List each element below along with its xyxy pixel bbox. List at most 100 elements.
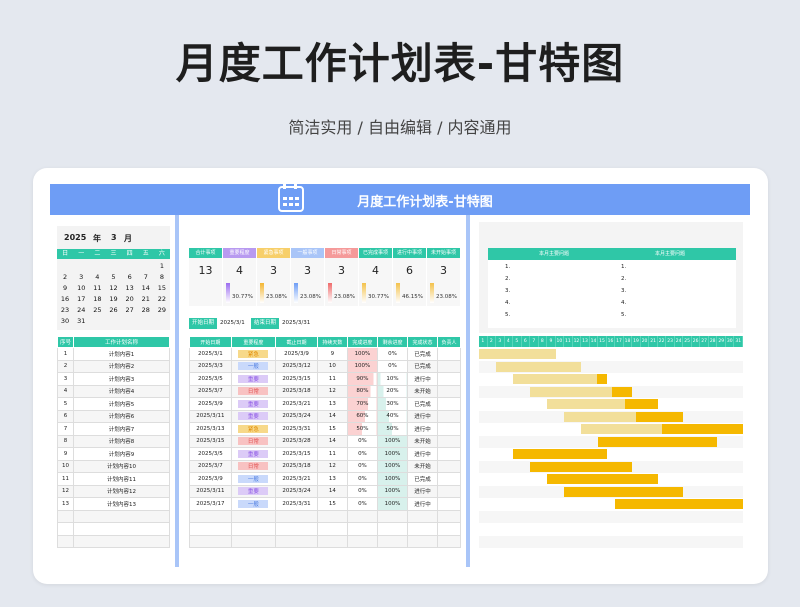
table-cell[interactable]: 已完成 bbox=[406, 359, 439, 373]
calendar-day[interactable]: 9 bbox=[57, 283, 73, 294]
table-cell[interactable] bbox=[406, 509, 439, 523]
table-cell[interactable]: 0% bbox=[346, 497, 378, 511]
table-cell[interactable]: 0% bbox=[346, 434, 378, 448]
calendar-day[interactable]: 2 bbox=[57, 272, 73, 283]
gantt-bar-remaining[interactable] bbox=[530, 461, 633, 472]
table-cell[interactable]: 11 bbox=[57, 472, 74, 486]
table-cell[interactable]: 计划内容12 bbox=[73, 484, 170, 498]
table-cell[interactable] bbox=[346, 534, 378, 548]
table-cell[interactable]: 2025/3/9 bbox=[189, 397, 232, 411]
problem-item[interactable]: 2. bbox=[604, 273, 736, 285]
calendar-day[interactable]: 12 bbox=[105, 283, 121, 294]
calendar-day[interactable]: 24 bbox=[73, 305, 89, 316]
table-cell[interactable]: 一般 bbox=[230, 497, 277, 511]
table-cell[interactable]: 8 bbox=[57, 434, 74, 448]
table-cell[interactable]: 1 bbox=[57, 347, 74, 361]
table-cell[interactable]: 2025/3/31 bbox=[275, 422, 318, 436]
table-cell[interactable]: 重要 bbox=[230, 409, 277, 423]
table-cell[interactable]: 计划内容11 bbox=[73, 472, 170, 486]
problem-item[interactable]: 4. bbox=[604, 297, 736, 309]
table-cell[interactable]: 14 bbox=[316, 409, 348, 423]
table-cell[interactable]: 100% bbox=[376, 459, 409, 473]
gantt-bar-remaining[interactable] bbox=[564, 486, 684, 497]
table-cell[interactable] bbox=[275, 534, 318, 548]
table-cell[interactable]: 20% bbox=[376, 384, 409, 398]
calendar-day[interactable]: 17 bbox=[73, 294, 89, 305]
calendar-day[interactable]: 5 bbox=[105, 272, 121, 283]
table-cell[interactable]: 9 bbox=[57, 447, 74, 461]
table-cell[interactable]: 2025/3/11 bbox=[189, 484, 232, 498]
table-cell[interactable]: 10 bbox=[57, 459, 74, 473]
table-cell[interactable]: 100% bbox=[376, 497, 409, 511]
table-cell[interactable]: 12 bbox=[316, 459, 348, 473]
calendar-day[interactable]: 29 bbox=[154, 305, 170, 316]
table-cell[interactable] bbox=[437, 397, 461, 411]
table-cell[interactable]: 40% bbox=[376, 409, 409, 423]
problem-item[interactable]: 2. bbox=[488, 273, 620, 285]
table-cell[interactable]: 进行中 bbox=[406, 484, 439, 498]
table-cell[interactable] bbox=[406, 534, 439, 548]
table-cell[interactable]: 80% bbox=[346, 384, 378, 398]
gantt-bar-remaining[interactable] bbox=[597, 374, 607, 385]
calendar-day[interactable]: 15 bbox=[154, 283, 170, 294]
problem-item[interactable]: 5. bbox=[604, 309, 736, 321]
table-cell[interactable] bbox=[437, 372, 461, 386]
calendar-day[interactable]: 23 bbox=[57, 305, 73, 316]
table-cell[interactable]: 2025/3/31 bbox=[275, 497, 318, 511]
table-cell[interactable]: 15 bbox=[316, 497, 348, 511]
table-cell[interactable]: 9 bbox=[316, 347, 348, 361]
gantt-bar-remaining[interactable] bbox=[662, 424, 743, 435]
table-cell[interactable]: 计划内容9 bbox=[73, 447, 170, 461]
table-cell[interactable]: 2025/3/11 bbox=[189, 409, 232, 423]
table-cell[interactable]: 2025/3/9 bbox=[275, 347, 318, 361]
table-cell[interactable]: 6 bbox=[57, 409, 74, 423]
calendar-day[interactable]: 28 bbox=[138, 305, 154, 316]
calendar-day[interactable]: 16 bbox=[57, 294, 73, 305]
table-cell[interactable] bbox=[437, 459, 461, 473]
table-cell[interactable]: 100% bbox=[346, 359, 378, 373]
gantt-bar-done[interactable] bbox=[564, 411, 636, 422]
table-cell[interactable]: 100% bbox=[346, 347, 378, 361]
table-cell[interactable]: 60% bbox=[346, 409, 378, 423]
table-cell[interactable]: 未开始 bbox=[406, 384, 439, 398]
table-cell[interactable]: 已完成 bbox=[406, 347, 439, 361]
calendar-day[interactable]: 1 bbox=[154, 261, 170, 272]
problem-item[interactable]: 3. bbox=[604, 285, 736, 297]
table-cell[interactable]: 2025/3/15 bbox=[275, 372, 318, 386]
table-cell[interactable] bbox=[316, 534, 348, 548]
table-cell[interactable]: 紧急 bbox=[230, 347, 277, 361]
gantt-bar-done[interactable] bbox=[496, 361, 582, 372]
gantt-bar-done[interactable] bbox=[581, 424, 663, 435]
table-cell[interactable]: 0% bbox=[376, 359, 409, 373]
calendar-day[interactable]: 26 bbox=[105, 305, 121, 316]
table-cell[interactable]: 2025/3/28 bbox=[275, 434, 318, 448]
table-cell[interactable]: 70% bbox=[346, 397, 378, 411]
table-cell[interactable]: 计划内容4 bbox=[73, 384, 170, 398]
table-cell[interactable] bbox=[437, 497, 461, 511]
table-cell[interactable]: 未开始 bbox=[406, 434, 439, 448]
calendar-day[interactable]: 21 bbox=[138, 294, 154, 305]
table-cell[interactable]: 2 bbox=[57, 359, 74, 373]
table-cell[interactable]: 2025/3/24 bbox=[275, 484, 318, 498]
table-cell[interactable]: 日常 bbox=[230, 459, 277, 473]
table-cell[interactable]: 11 bbox=[316, 447, 348, 461]
table-cell[interactable]: 2025/3/21 bbox=[275, 397, 318, 411]
table-cell[interactable]: 5 bbox=[57, 397, 74, 411]
calendar-day[interactable]: 14 bbox=[138, 283, 154, 294]
table-cell[interactable]: 100% bbox=[376, 447, 409, 461]
gantt-bar-done[interactable] bbox=[547, 399, 625, 410]
table-cell[interactable] bbox=[57, 534, 74, 548]
table-cell[interactable]: 2025/3/21 bbox=[275, 472, 318, 486]
calendar-day[interactable]: 18 bbox=[89, 294, 105, 305]
table-cell[interactable]: 计划内容6 bbox=[73, 409, 170, 423]
problem-item[interactable]: 3. bbox=[488, 285, 620, 297]
table-cell[interactable]: 100% bbox=[376, 434, 409, 448]
table-cell[interactable]: 紧急 bbox=[230, 422, 277, 436]
table-cell[interactable] bbox=[376, 509, 409, 523]
table-cell[interactable]: 2025/3/5 bbox=[189, 372, 232, 386]
table-cell[interactable] bbox=[189, 522, 232, 536]
table-cell[interactable] bbox=[437, 522, 461, 536]
table-cell[interactable]: 0% bbox=[346, 447, 378, 461]
table-cell[interactable] bbox=[316, 509, 348, 523]
problem-item[interactable]: 1. bbox=[604, 261, 736, 273]
